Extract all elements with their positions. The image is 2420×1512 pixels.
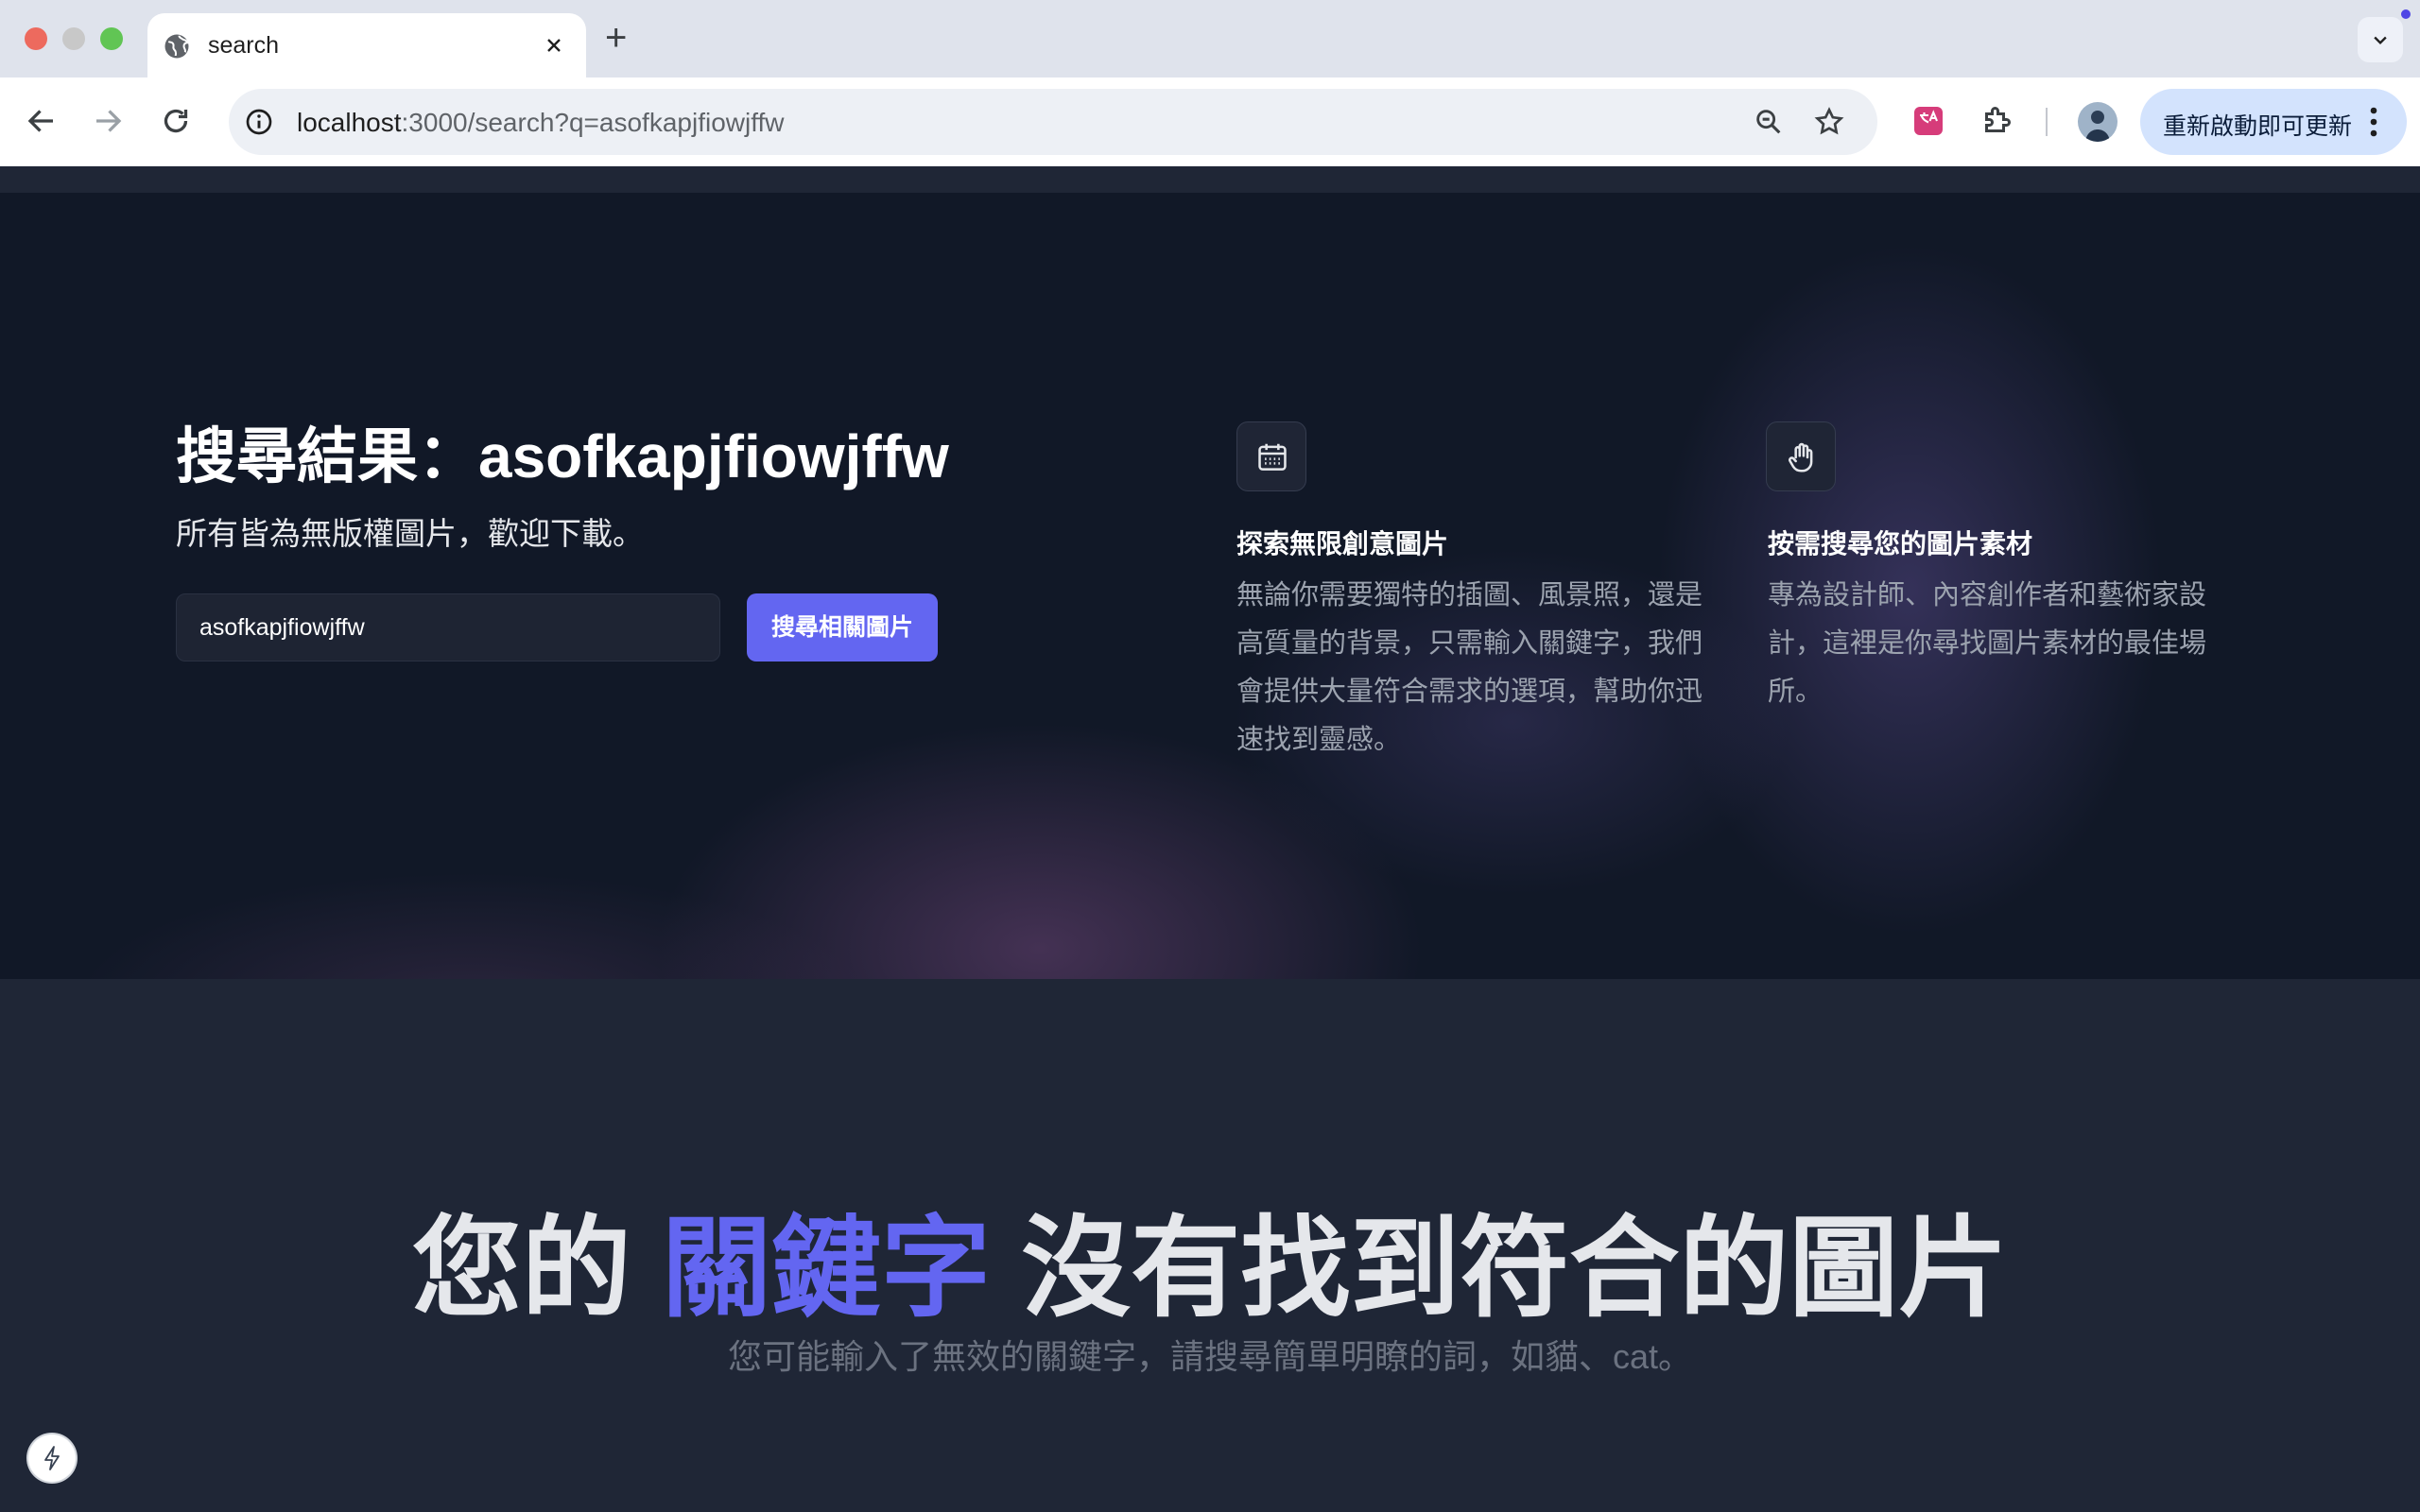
notification-dot — [2401, 9, 2411, 19]
no-results-heading-suffix: 沒有找到符合的圖片 — [1021, 1207, 2009, 1330]
extensions-puzzle-icon[interactable] — [1979, 104, 2014, 138]
hand-icon — [1789, 442, 1813, 472]
lightning-icon — [44, 1446, 60, 1470]
feature-search-description: 專為設計師、內容創作者和藝術家設計，這裡是你尋找圖片素材的最佳場所。 — [1768, 580, 2207, 707]
no-results-heading-keyword: 關鍵字 — [662, 1207, 991, 1330]
url-host: localhost — [297, 108, 402, 137]
relaunch-update-label: 重新啟動即可更新 — [2163, 113, 2353, 140]
hero-subtitle: 所有皆為無版權圖片，歡迎下載。 — [176, 516, 644, 551]
search-related-button[interactable]: 搜尋相關圖片 — [747, 593, 938, 662]
reload-icon[interactable] — [159, 104, 193, 138]
new-tab-button[interactable]: + — [605, 15, 627, 60]
feature-explore-title: 探索無限創意圖片 — [1236, 529, 1449, 558]
bookmark-star-icon[interactable] — [1813, 106, 1845, 138]
browser-tab[interactable]: search — [147, 13, 586, 77]
feature-search-icon-box — [1766, 421, 1836, 491]
search-results-title: 搜尋結果：asofkapjfiowjffw — [176, 422, 949, 490]
no-results-message: 您可能輸入了無效的關鍵字，請搜尋簡單明瞭的詞，如貓、cat。 — [727, 1337, 1693, 1376]
url-text[interactable]: localhost:3000/search?q=asofkapjfiowjffw — [297, 108, 784, 138]
calendar-icon — [1258, 443, 1287, 471]
feature-search-title: 按需搜尋您的圖片素材 — [1768, 529, 2033, 558]
relaunch-update-button[interactable]: 重新啟動即可更新 — [2140, 89, 2407, 155]
no-results-heading-prefix: 您的 — [411, 1207, 631, 1330]
translate-extension-icon[interactable] — [1911, 104, 1945, 138]
more-vert-icon[interactable] — [2367, 105, 2380, 139]
toolbar-divider — [2046, 108, 2048, 136]
close-tab-icon[interactable] — [543, 34, 565, 57]
browser-tab-bar: search + — [0, 0, 2420, 77]
search-input[interactable] — [176, 593, 720, 662]
profile-avatar[interactable] — [2078, 102, 2118, 142]
site-info-icon[interactable] — [244, 107, 274, 137]
feature-explore-description: 無論你需要獨特的插圖、風景照，還是高質量的背景，只需輸入關鍵字，我們會提供大量符… — [1236, 580, 1703, 755]
url-path: :3000/search?q=asofkapjfiowjffw — [401, 108, 785, 137]
window-zoom-button[interactable] — [100, 27, 123, 50]
hero-section: 搜尋結果：asofkapjfiowjffw 所有皆為無版權圖片，歡迎下載。 搜尋… — [0, 193, 2420, 979]
nextjs-dev-indicator[interactable] — [28, 1435, 76, 1482]
window-minimize-button[interactable] — [62, 27, 85, 50]
forward-arrow-icon[interactable] — [91, 104, 125, 138]
back-arrow-icon[interactable] — [25, 104, 59, 138]
no-results-heading: 您的 關鍵字 沒有找到符合的圖片 — [0, 1179, 2420, 1338]
tab-search-button[interactable] — [2358, 17, 2403, 62]
chevron-down-icon — [2374, 36, 2387, 44]
address-bar[interactable]: localhost:3000/search?q=asofkapjfiowjffw — [229, 89, 1877, 155]
browser-toolbar: localhost:3000/search?q=asofkapjfiowjffw… — [0, 77, 2420, 166]
tab-title: search — [208, 32, 280, 59]
feature-explore-icon-box — [1236, 421, 1306, 491]
page-top-strip — [0, 166, 2420, 193]
globe-icon — [163, 32, 191, 60]
zoom-icon[interactable] — [1753, 106, 1785, 138]
window-close-button[interactable] — [25, 27, 47, 50]
